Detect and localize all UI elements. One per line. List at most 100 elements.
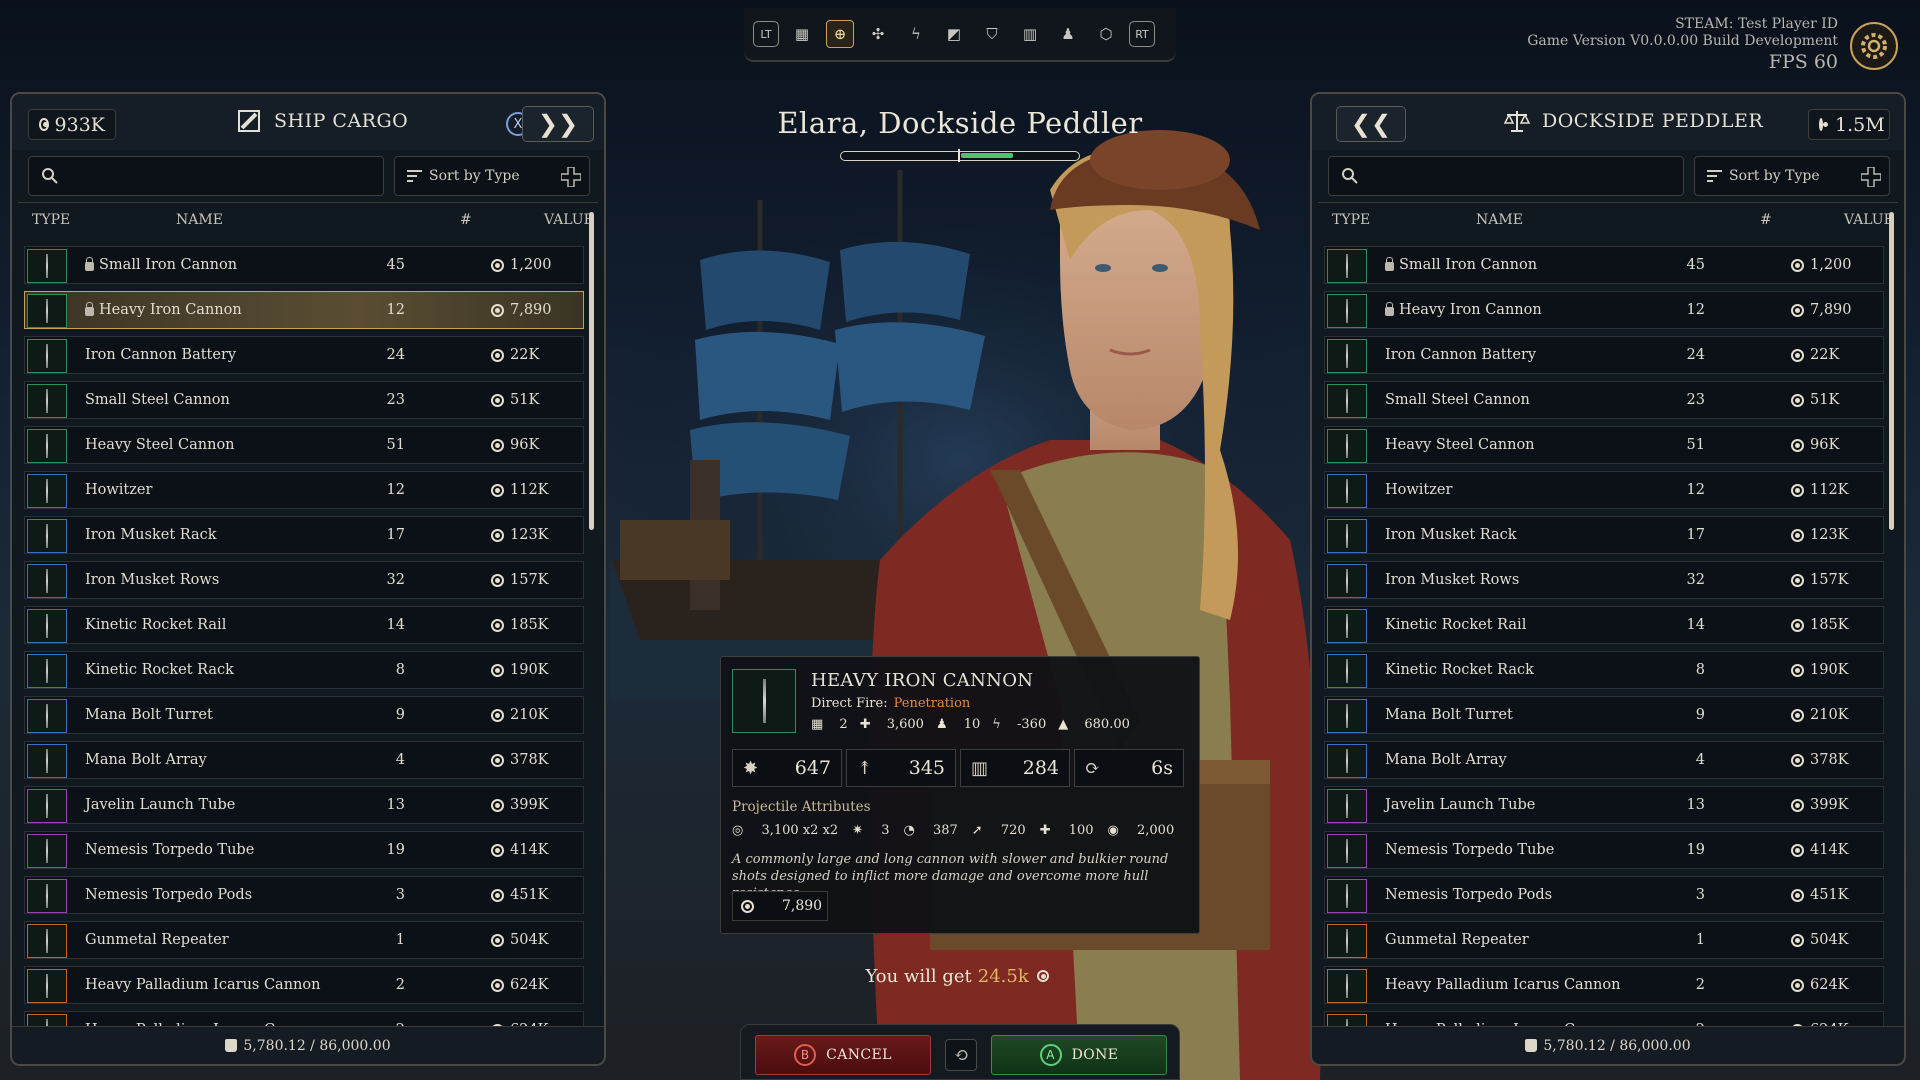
item-row[interactable]: Iron Musket Rows 32 157K [1324,561,1884,599]
item-name: Gunmetal Repeater [1385,932,1529,948]
item-row[interactable]: Mana Bolt Array 4 378K [1324,741,1884,779]
item-name-label: Small Steel Cannon [85,392,230,408]
item-row[interactable]: Kinetic Rocket Rail 14 185K [24,606,584,644]
search-input[interactable] [1328,156,1684,196]
item-row[interactable]: Kinetic Rocket Rail 14 185K [1324,606,1884,644]
item-row[interactable]: Javelin Launch Tube 13 399K [1324,786,1884,824]
stat-health: ✚ 3,600 [860,717,924,732]
tab-ammo[interactable]: ▥ [1016,20,1044,48]
item-row[interactable]: Mana Bolt Array 4 378K [24,741,584,779]
tab-armor[interactable]: ◩ [940,20,968,48]
item-row[interactable]: Kinetic Rocket Rack 8 190K [24,651,584,689]
tab-weapons[interactable]: ⊕ [826,20,854,48]
col-name: NAME [176,211,223,228]
cannon-icon [1346,659,1348,683]
cancel-button[interactable]: B CANCEL [755,1035,931,1075]
lock-icon [85,301,94,316]
item-type-icon [1327,744,1367,778]
cannon-icon [46,254,48,278]
item-count: 51 [1686,437,1705,453]
item-row[interactable]: Gunmetal Repeater 1 504K [1324,921,1884,959]
item-row[interactable]: Heavy Iron Cannon 12 7,890 [1324,291,1884,329]
item-row[interactable]: Iron Cannon Battery 24 22K [24,336,584,374]
tab-grid[interactable]: ▦ [788,20,816,48]
item-row[interactable]: Mana Bolt Turret 9 210K [24,696,584,734]
stat-size-value: 2 [839,717,848,732]
item-value-label: 210K [1810,707,1849,723]
item-row[interactable]: Small Iron Cannon 45 1,200 [1324,246,1884,284]
proj-arc: ➚ 720 [972,823,1026,838]
item-name: Small Iron Cannon [85,256,237,273]
item-value: 157K [491,572,549,588]
search-input[interactable] [28,156,384,196]
price-value: 7,890 [782,898,823,914]
item-type-icon [1327,339,1367,373]
item-row[interactable]: Nemesis Torpedo Pods 3 451K [1324,876,1884,914]
tab-crew[interactable]: ♟ [1054,20,1082,48]
item-row[interactable]: Nemesis Torpedo Pods 3 451K [24,876,584,914]
item-row[interactable]: Iron Musket Rows 32 157K [24,561,584,599]
item-row[interactable]: Iron Cannon Battery 24 22K [1324,336,1884,374]
item-row[interactable]: Nemesis Torpedo Tube 19 414K [24,831,584,869]
proj-pierce-value: 3 [881,823,890,838]
coin-icon [1791,708,1804,722]
item-row[interactable]: Heavy Palladium Icarus Cannon 2 624K [24,966,584,1004]
item-name-label: Small Iron Cannon [1399,257,1538,273]
item-tooltip: HEAVY IRON CANNON Direct Fire: Penetratio… [720,656,1200,934]
item-row[interactable]: Javelin Launch Tube 13 399K [24,786,584,824]
cube-icon: ⬡ [1099,25,1113,43]
tab-shields[interactable]: ⛉ [978,20,1006,48]
item-stats: ▦ 2 ✚ 3,600 ♟ 10 ϟ -360 ▲ 680.00 [811,717,1142,732]
transfer-all-button[interactable]: ❮❮ [1336,106,1406,142]
item-value: 96K [1791,437,1839,453]
transfer-all-button[interactable]: ❯❯ [522,106,594,142]
item-count: 2 [395,977,405,993]
rt-button[interactable]: RT [1129,21,1155,47]
item-value-label: 112K [1810,482,1849,498]
item-type-icon [1327,969,1367,1003]
item-count: 51 [386,437,405,453]
lt-button[interactable]: LT [753,21,779,47]
scrollbar[interactable] [589,212,594,530]
reload-value: 6s [1151,757,1173,779]
item-row[interactable]: Kinetic Rocket Rack 8 190K [1324,651,1884,689]
vendor-money: 1.5M [1808,109,1890,140]
category-tab-bar: LT ▦ ⊕ ✣ ϟ ◩ ⛉ ▥ ♟ ⬡ RT [744,8,1176,62]
item-row[interactable]: Howitzer 12 112K [24,471,584,509]
done-button[interactable]: A DONE [991,1035,1167,1075]
relationship-marker [958,149,960,162]
tab-propulsion[interactable]: ✣ [864,20,892,48]
item-row[interactable]: Gunmetal Repeater 1 504K [24,921,584,959]
item-count: 3 [1695,887,1705,903]
item-count: 24 [386,347,405,363]
item-row[interactable]: Small Steel Cannon 23 51K [1324,381,1884,419]
armor-plate-icon: ◩ [946,25,962,43]
settings-button[interactable] [1850,22,1898,70]
item-row[interactable]: Iron Musket Rack 17 123K [1324,516,1884,554]
item-row[interactable]: Heavy Iron Cannon 12 7,890 [24,291,584,329]
item-row[interactable]: Heavy Steel Cannon 51 96K [1324,426,1884,464]
tab-cargo[interactable]: ⬡ [1092,20,1120,48]
ammo-icon: ▥ [971,757,989,779]
sort-dropdown[interactable]: Sort by Type [394,156,590,196]
item-row[interactable]: Small Iron Cannon 45 1,200 [24,246,584,284]
item-row[interactable]: Nemesis Torpedo Tube 19 414K [1324,831,1884,869]
item-name-label: Javelin Launch Tube [1385,797,1536,813]
scrollbar[interactable] [1889,212,1894,530]
sort-dropdown[interactable]: Sort by Type [1694,156,1890,196]
item-row[interactable]: Small Steel Cannon 23 51K [24,381,584,419]
item-row[interactable]: Iron Musket Rack 17 123K [24,516,584,554]
fps-counter: FPS 60 [1768,51,1838,73]
item-name-label: Heavy Palladium Icarus Cannon [1385,977,1621,993]
item-row[interactable]: Heavy Palladium Icarus Cannon 2 624K [1324,966,1884,1004]
item-value: 399K [491,797,549,813]
item-name-label: Javelin Launch Tube [85,797,236,813]
item-row[interactable]: Mana Bolt Turret 9 210K [1324,696,1884,734]
tab-power[interactable]: ϟ [902,20,930,48]
item-row[interactable]: Howitzer 12 112K [1324,471,1884,509]
item-value: 7,890 [1791,302,1852,318]
item-name: Iron Musket Rows [1385,572,1519,588]
reset-button[interactable]: ⟲ [945,1039,977,1071]
item-row[interactable]: Heavy Steel Cannon 51 96K [24,426,584,464]
cannon-icon [1346,389,1348,413]
